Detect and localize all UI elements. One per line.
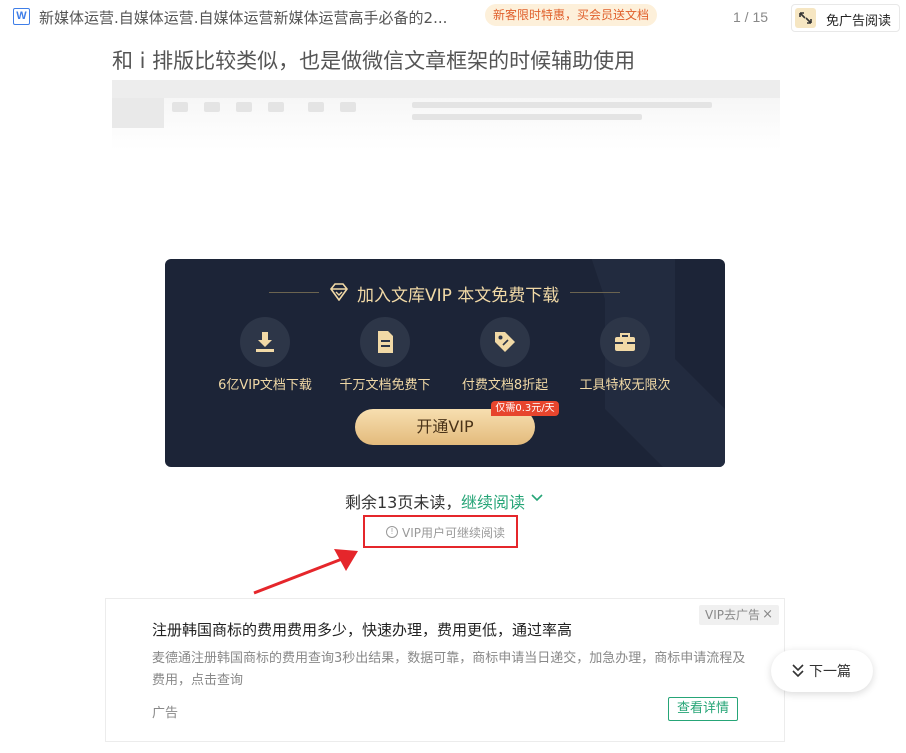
feature-documents: 千万文档免费下 (325, 317, 445, 393)
price-tag-badge: 仅需0.3元/天 (491, 401, 559, 416)
vip-notice-text: VIP用户可继续阅读 (402, 526, 505, 540)
feature-discount: 付费文档8折起 (445, 317, 565, 393)
ad-label: 广告 (152, 706, 179, 721)
toolbox-icon (615, 333, 635, 351)
promo-badge[interactable]: 新客限时特惠，买会员送文档 (485, 4, 657, 26)
download-icon (256, 332, 274, 352)
feature-label: 工具特权无限次 (579, 378, 671, 393)
remaining-pages-text: 剩余13页未读， (345, 493, 462, 512)
ad-card[interactable]: 注册韩国商标的费用费用多少，快速办理，费用更低，通过率高 麦德通注册韩国商标的费… (105, 598, 785, 742)
next-article-label: 下一篇 (809, 664, 851, 680)
document-title: 新媒体运营.自媒体运营.自媒体运营新媒体运营高手必备的2... (39, 9, 448, 27)
feature-label: 6亿VIP文档下载 (218, 378, 312, 393)
ad-free-label: 免广告阅读 (826, 14, 892, 29)
continue-reading-link[interactable]: 继续阅读 (461, 489, 525, 513)
red-arrow-annotation (253, 549, 358, 595)
document-icon (378, 331, 393, 353)
article-text: 和 i 排版比较类似，也是做微信文章框架的时候辅助使用 (112, 49, 636, 73)
expand-icon (795, 8, 816, 28)
page-indicator: 1 / 15 (733, 9, 769, 25)
vip-promo-card: 加入文库VIP 本文免费下载 6亿VIP文档下载 千万文档免费下 付费文档8折起… (165, 259, 725, 467)
word-doc-icon: W (13, 8, 30, 25)
info-icon: ! (386, 526, 398, 538)
feature-tools: 工具特权无限次 (565, 317, 685, 393)
vip-notice-box: ! VIP用户可继续阅读 (363, 515, 518, 548)
view-details-button[interactable]: 查看详情 (668, 697, 738, 721)
double-chevron-down-icon (792, 664, 804, 678)
diamond-icon (329, 283, 349, 301)
faded-screenshot-image (112, 80, 780, 150)
ad-free-reading-button[interactable]: 免广告阅读 (791, 4, 900, 32)
feature-download: 6亿VIP文档下载 (205, 317, 325, 393)
top-bar: W 新媒体运营.自媒体运营.自媒体运营新媒体运营高手必备的2... 新客限时特惠… (0, 0, 906, 36)
feature-label: 千万文档免费下 (339, 378, 431, 393)
vip-remove-ad-button[interactable]: VIP去广告 × (699, 605, 779, 625)
next-article-button[interactable]: 下一篇 (771, 650, 873, 692)
chevron-down-icon[interactable] (530, 492, 544, 504)
vip-title: 加入文库VIP 本文免费下载 (357, 286, 560, 306)
tag-icon (495, 332, 515, 352)
remove-ad-label: VIP去广告 (705, 608, 760, 622)
ad-description: 麦德通注册韩国商标的费用查询3秒出结果，数据可靠，商标申请当日递交，加急办理，商… (152, 651, 746, 688)
ad-title[interactable]: 注册韩国商标的费用费用多少，快速办理，费用更低，通过率高 (152, 619, 572, 640)
feature-label: 付费文档8折起 (461, 378, 549, 393)
close-icon[interactable]: × (762, 605, 773, 625)
